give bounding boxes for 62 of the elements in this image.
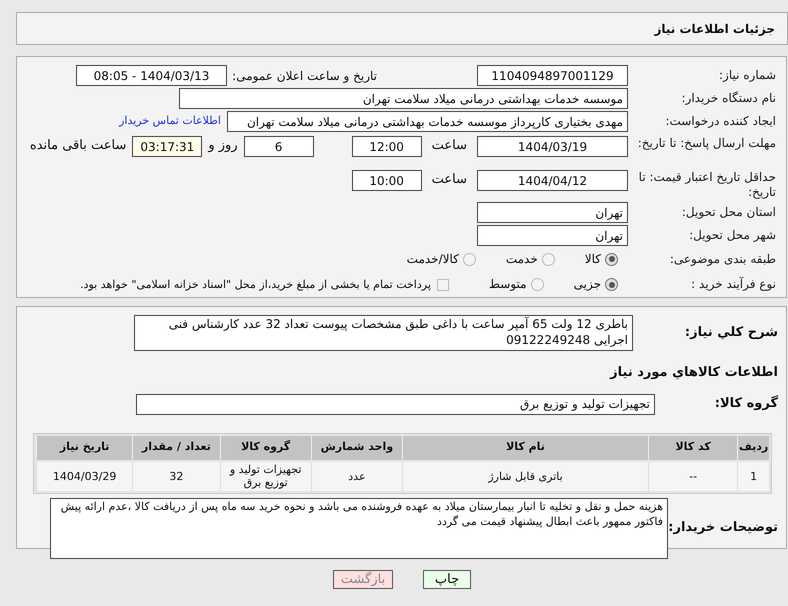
column-header: تعداد / مقدار [132,436,220,460]
column-header: ردیف [737,436,769,460]
field-label: نام دستگاه خریدار: [680,91,776,106]
column-header: کد کالا [648,436,738,460]
column-header: گروه کالا [220,436,311,460]
field-label: شرح کلي نياز: [684,324,778,342]
radio-label: کالا [584,252,601,267]
remaining-label: ساعت باقی مانده [30,137,126,155]
checkbox[interactable] [436,278,449,291]
validity-time-field[interactable]: 10:00 [352,170,422,192]
remaining-time-field[interactable]: 03:17:31 [132,136,202,157]
time-label: ساعت [432,137,467,155]
deadline-time-field[interactable]: 12:00 [352,136,422,157]
page-title: جزئیات اطلاعات نیاز [654,20,775,38]
contact-link[interactable]: اطلاعات تماس خریدار [119,113,221,130]
days-label: روز و [208,137,238,155]
radio-label: جزیی [574,277,601,292]
column-header: واحد شمارش [310,436,402,460]
validity-date-field[interactable]: 1404/04/12 [477,170,628,192]
field-label: تاریخ و ساعت اعلان عمومی: [231,68,377,84]
field-label: مهلت ارسال پاسخ: تا تاریخ: [636,136,776,151]
field-label: توضیحات خریدار: [668,519,778,538]
radio-label: کالا/خدمت [406,252,459,267]
table-cell: عدد [310,462,402,490]
time-label: ساعت [432,171,467,190]
days-field[interactable]: 6 [244,136,314,157]
table-cell: 32 [132,462,220,490]
description-field[interactable]: باطری 12 ولت 65 آمپر ساعت با داغی طبق مشخصات پیوست تعداد 32 عدد کارشناس فنی اجرایی 09122249248 [134,315,633,351]
buyer-org-field[interactable]: موسسه خدمات بهداشتی درمانی میلاد سلامت تهران [179,88,628,109]
province-field[interactable]: تهران [477,202,628,224]
table-cell: باتری قابل شارژ [402,462,648,490]
radio-button[interactable] [542,252,555,266]
column-header: تاریخ نیاز [36,436,132,460]
field-label: طبقه بندی موضوعی: [668,252,776,267]
section-heading: اطلاعات کالاهاي مورد نياز [610,364,778,382]
radio-button[interactable] [462,252,476,266]
field-label: شماره نیاز: [718,68,776,83]
goods-group-field[interactable]: تجهیزات تولید و توزیع برق [136,394,655,414]
field-label: شهر محل تحویل: [688,228,776,244]
buyer-notes-field[interactable]: هزینه حمل و نقل و تخلیه تا انبار بیمارستان میلاد به عهده فروشنده می باشد و نحوه خرید سه ماه پس از دریافت کالا ،عدم ارائه پیش فاکتور ممهور باعث ابطال پیشنهاد قیمت می گردد [50,498,668,558]
field-label: گروه کالا: [714,394,778,414]
field-label: استان محل تحویل: [680,205,776,220]
payment-label: پرداخت تمام یا بخشی از مبلغ خرید،از محل "اسناد خزانه اسلامی" خواهد بود. [80,276,431,293]
radio-label: خدمت [506,252,538,267]
requester-field[interactable]: مهدی بختیاری کارپرداز موسسه خدمات بهداشتی درمانی میلاد سلامت تهران [227,111,628,132]
announce-date-field[interactable]: 1404/03/13 - 08:05 [76,65,227,86]
print-button[interactable]: چاپ [423,570,471,589]
table-cell: 1 [737,462,769,490]
radio-button[interactable] [605,278,618,292]
field-label: حداقل تاریخ اعتبار قیمت: تا تاریخ: [638,170,776,200]
need-number-field[interactable]: 1104094897001129 [477,65,628,86]
column-header: نام کالا [402,436,648,460]
radio-button[interactable] [530,278,544,292]
radio-button[interactable] [605,252,618,266]
field-label: ایجاد کننده درخواست: [664,114,776,129]
table-cell: -- [648,462,738,490]
radio-label: متوسط [488,277,527,292]
table-cell: 1404/03/29 [36,462,132,490]
deadline-date-field[interactable]: 1404/03/19 [477,136,628,157]
table-cell: تجهیزات تولید و توزیع برق [220,462,311,490]
city-field[interactable]: تهران [477,225,628,246]
field-label: نوع فرآیند خرید : [690,277,776,292]
